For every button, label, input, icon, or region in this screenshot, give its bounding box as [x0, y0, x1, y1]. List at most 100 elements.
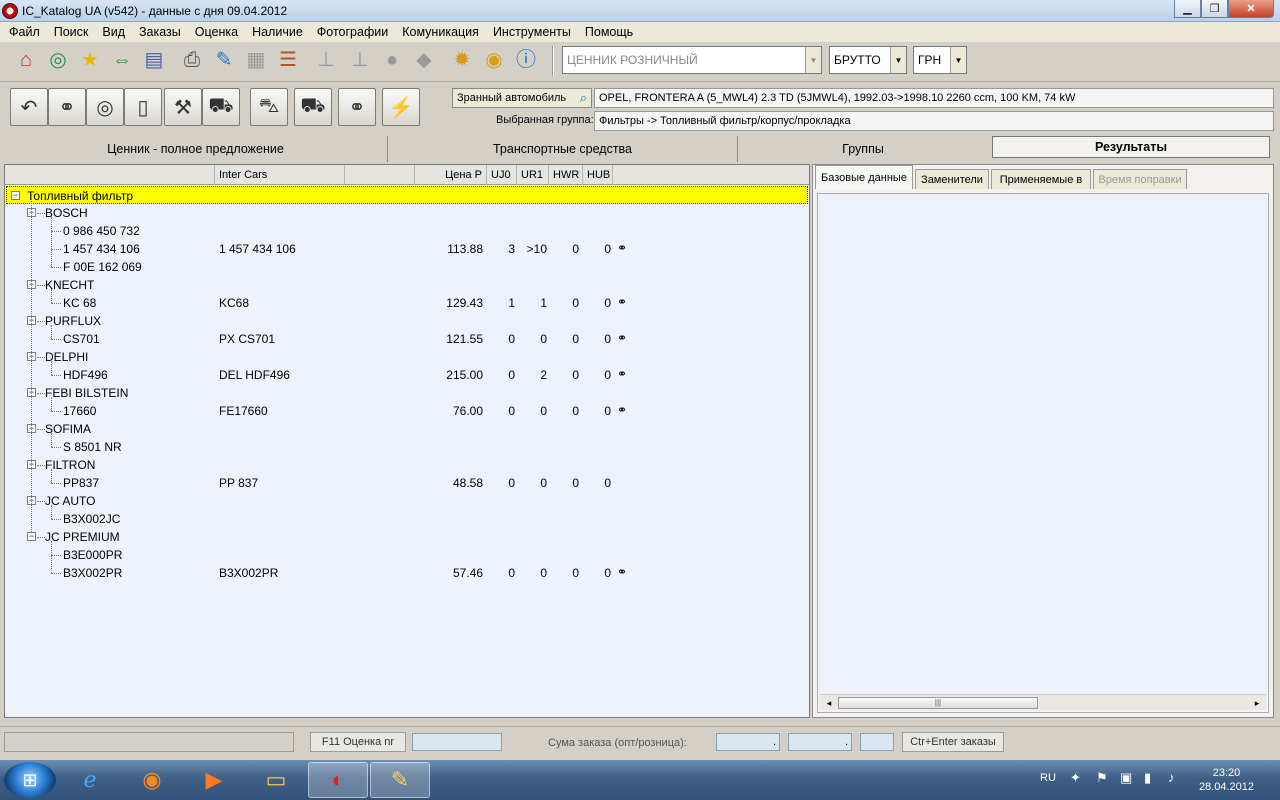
document-icon[interactable]: ▤	[140, 46, 168, 74]
scroll-left-icon[interactable]: ◂	[822, 696, 836, 710]
menu-communication[interactable]: Комуникация	[395, 25, 486, 39]
valuation-button[interactable]: F11 Оценка nr	[310, 732, 406, 752]
column-header-price[interactable]: Цена Р	[415, 165, 487, 185]
column-header-name[interactable]	[5, 165, 215, 185]
menu-photos[interactable]: Фотографии	[310, 25, 395, 39]
tab-groups[interactable]: Группы	[738, 136, 988, 162]
refresh-globe-icon[interactable]: ◎	[44, 46, 72, 74]
part-row[interactable]: B3X002PR B3X002PR 57.46 0 0 0 0 ⚭	[5, 564, 809, 582]
pin-icon[interactable]: ⊥	[346, 46, 374, 74]
bubble-icon[interactable]: ●	[378, 46, 406, 74]
passenger-car-button[interactable]: ⛍	[250, 88, 288, 126]
selected-vehicle-button[interactable]: Зранный автомобиль ⌕	[452, 88, 592, 108]
truck-mode-button[interactable]: ⛟	[202, 88, 240, 126]
brand-row[interactable]: − SOFIMA	[5, 420, 809, 438]
brand-row[interactable]: − PURFLUX	[5, 312, 809, 330]
part-row[interactable]: B3X002JC	[5, 510, 809, 528]
notes-icon[interactable]: ☰	[274, 46, 302, 74]
binoculars-icon[interactable]: ⚭	[617, 367, 627, 381]
tree-root-row[interactable]: − Топливный фильтр	[6, 186, 808, 204]
column-header-hwr[interactable]: HWR	[549, 165, 583, 185]
column-header-inter-cars[interactable]: Inter Cars	[215, 165, 345, 185]
chevron-down-icon[interactable]: ▼	[950, 47, 966, 73]
taskbar-paint[interactable]: ✎	[370, 762, 430, 798]
search-mode-button[interactable]: ↶	[10, 88, 48, 126]
column-header-hub[interactable]: HUB	[583, 165, 613, 185]
brand-row[interactable]: − KNECHT	[5, 276, 809, 294]
part-row[interactable]: HDF496 DEL HDF496 215.00 0 2 0 0 ⚭	[5, 366, 809, 384]
part-row[interactable]: S 8501 NR	[5, 438, 809, 456]
printer-icon[interactable]: ⎙	[178, 46, 206, 74]
accessories-button[interactable]: ⚡	[382, 88, 420, 126]
valuation-number-field[interactable]	[412, 733, 502, 751]
minimize-button[interactable]: ▁	[1174, 0, 1201, 18]
tray-flag-icon[interactable]: ⚑	[1096, 770, 1108, 786]
brand-row[interactable]: − DELPHI	[5, 348, 809, 366]
price-list-select[interactable]: ЦЕННИК РОЗНИЧНЫЙ ▼	[562, 46, 822, 74]
menu-valuation[interactable]: Оценка	[188, 25, 245, 39]
part-row[interactable]: 0 986 450 732	[5, 222, 809, 240]
tire-mode-button[interactable]: ◎	[86, 88, 124, 126]
binoculars-icon[interactable]: ⚭	[617, 565, 627, 579]
tab-repair-time[interactable]: Время поправки	[1093, 169, 1187, 189]
taskbar-firefox[interactable]: ◉	[122, 762, 182, 798]
language-indicator[interactable]: RU	[1040, 772, 1056, 784]
binoculars-icon[interactable]: ⚭	[617, 241, 627, 255]
brand-row[interactable]: − BOSCH	[5, 204, 809, 222]
oil-mode-button[interactable]: ▯	[124, 88, 162, 126]
tools-mode-button[interactable]: ⚒	[164, 88, 202, 126]
part-row[interactable]: F 00E 162 069	[5, 258, 809, 276]
taskbar-explorer[interactable]: ▭	[246, 762, 306, 798]
info-icon[interactable]: ⓘ	[512, 46, 540, 74]
pen-icon[interactable]: ✎	[210, 46, 238, 74]
arrows-icon[interactable]: ⇔	[108, 46, 136, 74]
tab-applications[interactable]: Применяемые в	[991, 169, 1091, 189]
horizontal-scrollbar[interactable]: ◂ ||| ▸	[820, 694, 1266, 710]
part-row[interactable]: B3E000PR	[5, 546, 809, 564]
binoculars-icon[interactable]: ⚭	[617, 295, 627, 309]
tab-substitutes[interactable]: Заменители	[915, 169, 989, 189]
tab-vehicles[interactable]: Транспортные средства	[388, 136, 738, 162]
commercial-vehicle-button[interactable]: ⛟	[294, 88, 332, 126]
menu-search[interactable]: Поиск	[47, 25, 96, 39]
column-header-uj0[interactable]: UJ0	[487, 165, 517, 185]
car-mode-button[interactable]: ⚭	[48, 88, 86, 126]
home-icon[interactable]: ⌂	[12, 46, 40, 74]
brand-row[interactable]: − FEBI BILSTEIN	[5, 384, 809, 402]
clock[interactable]: 23:20 28.04.2012	[1199, 766, 1254, 794]
menu-availability[interactable]: Наличие	[245, 25, 310, 39]
maximize-button[interactable]: ❐	[1201, 0, 1228, 18]
part-row[interactable]: 1 457 434 106 1 457 434 106 113.88 3 >10…	[5, 240, 809, 258]
motorcycle-button[interactable]: ⚭	[338, 88, 376, 126]
menu-view[interactable]: Вид	[95, 25, 132, 39]
column-header-ur1[interactable]: UR1	[517, 165, 549, 185]
binoculars-icon[interactable]: ⚭	[617, 331, 627, 345]
close-button[interactable]: ✕	[1228, 0, 1274, 18]
chevron-down-icon[interactable]: ▼	[890, 47, 906, 73]
taskbar-ic-katalog[interactable]: ◐	[308, 762, 368, 798]
part-row[interactable]: PP837 PP 837 48.58 0 0 0 0	[5, 474, 809, 492]
tray-antivirus-icon[interactable]: ✦	[1070, 770, 1081, 786]
tab-base-data[interactable]: Базовые данные	[815, 165, 913, 189]
scroll-thumb[interactable]: |||	[838, 697, 1038, 709]
gross-select[interactable]: БРУТТО ▼	[829, 46, 907, 74]
star-icon[interactable]: ★	[76, 46, 104, 74]
brand-row[interactable]: − JC PREMIUM	[5, 528, 809, 546]
start-button[interactable]: ⊞	[4, 762, 56, 798]
tab-price-list[interactable]: Ценник - полное предложение	[4, 136, 388, 162]
brand-row[interactable]: − FILTRON	[5, 456, 809, 474]
order-button[interactable]: Ctr+Enter заказы	[902, 732, 1004, 752]
part-row[interactable]: 17660 FE17660 76.00 0 0 0 0 ⚭	[5, 402, 809, 420]
chevron-down-icon[interactable]: ▼	[805, 47, 821, 73]
cart-icon[interactable]: ◆	[410, 46, 438, 74]
currency-select[interactable]: ГРН ▼	[913, 46, 967, 74]
taskbar-media-player[interactable]: ▶	[184, 762, 244, 798]
tab-results[interactable]: Результаты	[992, 136, 1270, 158]
coins-icon[interactable]: ◉	[480, 46, 508, 74]
puzzle-icon[interactable]: ▦	[242, 46, 270, 74]
part-row[interactable]: KC 68 KC68 129.43 1 1 0 0 ⚭	[5, 294, 809, 312]
menu-file[interactable]: Файл	[2, 25, 47, 39]
menu-tools[interactable]: Инструменты	[486, 25, 578, 39]
menu-orders[interactable]: Заказы	[132, 25, 188, 39]
menu-help[interactable]: Помощь	[578, 25, 640, 39]
